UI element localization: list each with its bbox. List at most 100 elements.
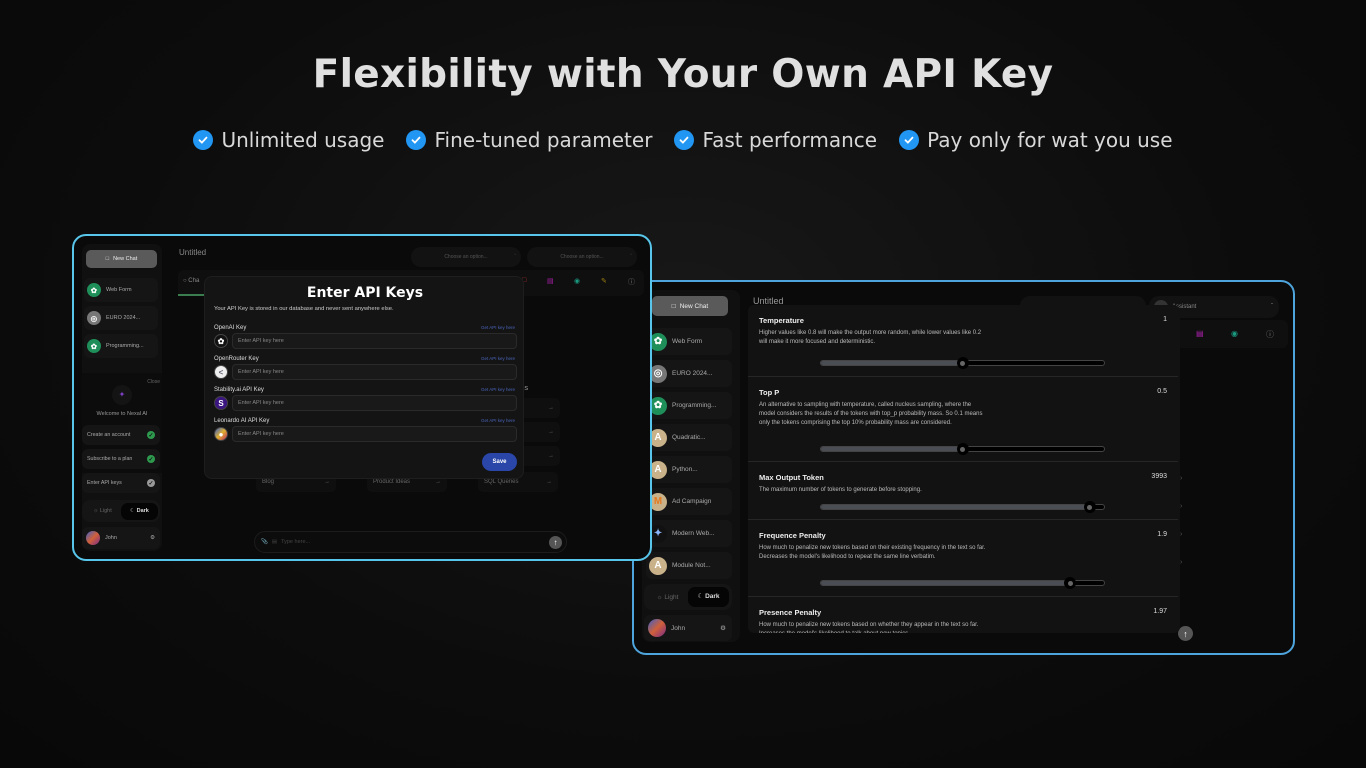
setting-value: 1.97 <box>1153 608 1167 615</box>
setting-top-p: Top P 0.5 An alternative to sampling with … <box>748 377 1178 462</box>
chat-icon: □ <box>105 256 110 262</box>
feature-list: Unlimited usage Fine-tuned parameter Fast … <box>0 128 1366 152</box>
light-label: Light <box>664 593 679 601</box>
key-label: Stability.ai API Key <box>214 387 264 393</box>
save-button[interactable]: Save <box>482 453 517 471</box>
check-circle-icon <box>674 130 695 150</box>
model-dropdown-1[interactable]: Choose an option... ˇ <box>411 247 521 267</box>
globe-tool-icon[interactable]: ◉ <box>1231 329 1238 338</box>
prompt-label: SQL Queries <box>484 479 519 485</box>
setting-description: The maximum number of tokens to generate… <box>759 487 922 493</box>
info-tool-icon[interactable]: ⓘ <box>628 277 635 287</box>
slider[interactable] <box>820 357 1105 369</box>
arrow-right-icon: → <box>546 479 552 485</box>
chevron-right-icon[interactable]: › <box>1180 475 1182 482</box>
chat-item[interactable]: ✿ Programming... <box>84 334 158 358</box>
check-circle-icon: ✓ <box>147 455 155 463</box>
image-icon[interactable]: ▤ <box>272 539 277 545</box>
new-chat-label: New Chat <box>679 302 709 310</box>
tab-chat[interactable]: ○ Cha <box>183 278 199 284</box>
key-label: Leonardo AI API Key <box>214 418 270 424</box>
new-chat-button[interactable]: □ New Chat <box>652 296 728 316</box>
settings-icon[interactable]: ⚙ <box>150 535 155 541</box>
chevron-right-icon[interactable]: › <box>1180 503 1182 510</box>
prompt-label: Product Ideas <box>373 479 411 485</box>
modal-subtitle: Your API Key is stored in our database a… <box>214 306 394 312</box>
new-chat-button[interactable]: □ New Chat <box>86 250 157 268</box>
chat-item[interactable]: M Ad Campaign <box>646 488 732 515</box>
feature-item: Fast performance <box>674 128 877 152</box>
slider-thumb[interactable] <box>1083 501 1096 513</box>
paperclip-icon[interactable]: 📎 <box>261 539 268 545</box>
user-avatar <box>648 619 666 637</box>
chat-item[interactable]: ◎ EURO 2024... <box>84 306 158 330</box>
onboarding-step[interactable]: Subscribe to a plan ✓ <box>82 449 160 469</box>
chat-label: EURO 2024... <box>672 370 713 377</box>
get-api-key-link[interactable]: Get API key here <box>481 356 515 361</box>
chat-item[interactable]: ✿ Web Form <box>84 278 158 302</box>
slider[interactable] <box>820 577 1105 589</box>
chat-icon: □ <box>671 302 676 310</box>
info-tool-icon[interactable]: ⓘ <box>1266 329 1274 340</box>
slider-thumb[interactable] <box>956 357 969 369</box>
feature-label: Fast performance <box>702 128 878 152</box>
chat-item[interactable]: A Module Not... <box>646 552 732 579</box>
globe-icon: ◎ <box>87 311 101 325</box>
api-key-input[interactable]: Enter API key here <box>232 395 517 411</box>
image-tool-icon[interactable]: ▤ <box>1196 329 1204 338</box>
api-key-input[interactable]: Enter API key here <box>232 426 517 442</box>
onboarding-step[interactable]: Create an account ✓ <box>82 425 160 445</box>
feature-label: Fine-tuned parameter <box>434 128 653 152</box>
slider[interactable] <box>820 443 1105 455</box>
openrouter-icon: < <box>214 365 228 379</box>
chat-label: Quadratic... <box>672 434 706 441</box>
api-keys-modal: Enter API Keys Your API Key is stored in… <box>204 276 524 479</box>
chevron-right-icon[interactable]: › <box>1180 531 1182 538</box>
send-button[interactable]: ↑ <box>549 535 562 549</box>
chevron-down-icon: ˇ <box>630 254 632 260</box>
feature-item: Pay only for wat you use <box>899 128 1173 152</box>
key-label: OpenRouter Key <box>214 356 259 362</box>
get-api-key-link[interactable]: Get API key here <box>481 418 515 423</box>
chat-item[interactable]: ✿ Web Form <box>646 328 732 355</box>
theme-dark[interactable]: ☾ Dark <box>688 587 729 607</box>
setting-description: How much to penalize new tokens based on… <box>759 545 986 560</box>
feature-item: Unlimited usage <box>193 128 384 152</box>
chat-item[interactable]: A Python... <box>646 456 732 483</box>
model-dropdown-2[interactable]: Choose an option... ˇ <box>527 247 637 267</box>
close-button[interactable]: Close <box>147 379 160 385</box>
chat-label: Programming... <box>672 402 717 409</box>
feature-label: Unlimited usage <box>221 128 385 152</box>
slider-thumb[interactable] <box>1064 577 1077 589</box>
theme-toggle[interactable]: ☼ Light ☾ Dark <box>644 584 732 610</box>
user-profile[interactable]: John ⚙ <box>82 527 160 549</box>
theme-light[interactable]: ☼ Light <box>84 508 121 514</box>
send-button[interactable]: ↑ <box>1178 626 1193 641</box>
slider[interactable] <box>820 501 1105 513</box>
chevron-right-icon[interactable]: › <box>1180 559 1182 566</box>
theme-toggle[interactable]: ☼ Light ☾ Dark <box>82 500 160 522</box>
theme-dark[interactable]: ☾ Dark <box>121 502 158 520</box>
message-input[interactable]: 📎 ▤ Type here... ↑ <box>254 531 567 553</box>
chat-item[interactable]: ◎ EURO 2024... <box>646 360 732 387</box>
onboarding-step[interactable]: Enter API keys ✓ <box>82 473 160 493</box>
globe-tool-icon[interactable]: ◉ <box>574 277 580 285</box>
user-profile[interactable]: John ⚙ <box>644 615 732 641</box>
slider-fill <box>821 447 963 451</box>
step-label: Subscribe to a plan <box>87 456 133 462</box>
api-key-input[interactable]: Enter API key here <box>232 364 517 380</box>
setting-presence-penalty: Presence Penalty 1.97 How much to penalize… <box>748 597 1178 633</box>
openai-icon: ✿ <box>214 334 228 348</box>
get-api-key-link[interactable]: Get API key here <box>481 387 515 392</box>
chat-item[interactable]: ✿ Programming... <box>646 392 732 419</box>
image-tool-icon[interactable]: ▤ <box>547 277 554 285</box>
api-key-input[interactable]: Enter API key here <box>232 333 517 349</box>
chevron-down-icon: ˇ <box>514 254 516 260</box>
chat-item[interactable]: A Quadratic... <box>646 424 732 451</box>
settings-icon[interactable]: ⚙ <box>720 624 726 632</box>
theme-light[interactable]: ☼ Light <box>647 594 688 601</box>
pen-tool-icon[interactable]: ✎ <box>601 277 607 285</box>
get-api-key-link[interactable]: Get API key here <box>481 325 515 330</box>
chat-item[interactable]: ✦ Modern Web... <box>646 520 732 547</box>
slider-thumb[interactable] <box>956 443 969 455</box>
